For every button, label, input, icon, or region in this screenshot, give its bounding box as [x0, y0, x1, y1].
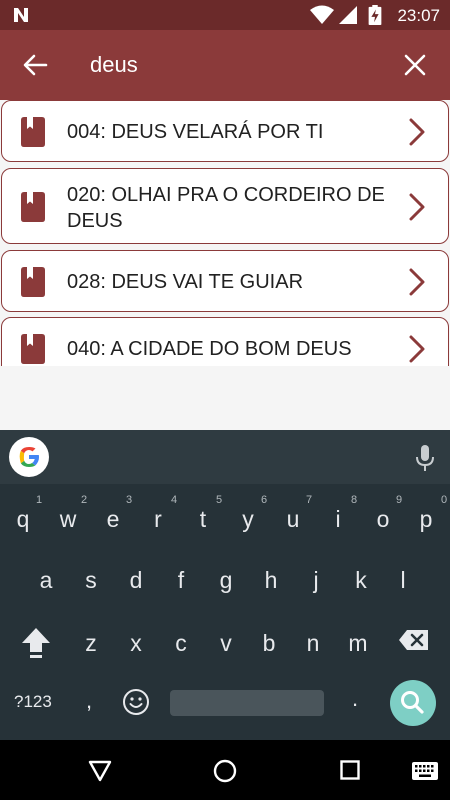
- key-c[interactable]: c: [161, 630, 201, 657]
- chevron-right-icon: [409, 335, 425, 363]
- keyboard: 1 2 3 4 5 6 7 8 9 0 q w e r t y u i o p …: [0, 430, 450, 740]
- search-input[interactable]: deus: [90, 52, 138, 78]
- navigation-bar: [0, 740, 450, 800]
- key-z[interactable]: z: [71, 630, 111, 657]
- key-hint: 4: [170, 494, 178, 506]
- key-a[interactable]: a: [26, 567, 66, 594]
- key-m[interactable]: m: [338, 630, 378, 657]
- book-icon: [21, 192, 45, 222]
- empty-area: [0, 366, 450, 430]
- key-hint: 8: [350, 494, 358, 506]
- shift-icon[interactable]: [20, 626, 52, 660]
- symbols-key[interactable]: ?123: [14, 692, 52, 712]
- key-v[interactable]: v: [206, 630, 246, 657]
- list-item-title: 020: OLHAI PRA O CORDEIRO DE DEUS: [67, 184, 385, 232]
- google-icon[interactable]: [9, 437, 49, 477]
- key-o[interactable]: o: [363, 506, 403, 533]
- period-key[interactable]: .: [352, 686, 358, 712]
- key-r[interactable]: r: [138, 506, 178, 533]
- chevron-right-icon: [409, 193, 425, 221]
- list-item-title: 004: DEUS VELARÁ POR TI: [67, 121, 324, 143]
- search-app-bar: deus: [0, 30, 450, 100]
- key-i[interactable]: i: [318, 506, 358, 533]
- clock: 23:07: [397, 6, 440, 25]
- search-key[interactable]: [390, 680, 436, 726]
- key-d[interactable]: d: [116, 567, 156, 594]
- back-triangle-icon[interactable]: [88, 760, 112, 782]
- microphone-icon[interactable]: [414, 444, 436, 472]
- battery-charging-icon: [368, 5, 382, 25]
- book-icon: [21, 334, 45, 364]
- recents-square-icon[interactable]: [340, 760, 360, 780]
- key-l[interactable]: l: [383, 567, 423, 594]
- status-bar: 23:07: [0, 0, 450, 30]
- list-item[interactable]: 004: DEUS VELARÁ POR TI: [1, 100, 449, 162]
- signal-icon: [339, 6, 357, 24]
- n-notification-icon: [14, 8, 28, 22]
- emoji-icon[interactable]: [122, 688, 150, 716]
- key-x[interactable]: x: [116, 630, 156, 657]
- book-icon: [21, 117, 45, 147]
- key-y[interactable]: y: [228, 506, 268, 533]
- key-k[interactable]: k: [341, 567, 381, 594]
- key-b[interactable]: b: [249, 630, 289, 657]
- list-item[interactable]: 040: A CIDADE DO BOM DEUS: [1, 317, 449, 366]
- search-icon: [401, 691, 424, 714]
- key-w[interactable]: w: [48, 506, 88, 533]
- key-u[interactable]: u: [273, 506, 313, 533]
- list-item-title: 028: DEUS VAI TE GUIAR: [67, 271, 304, 293]
- key-hint: 6: [260, 494, 268, 506]
- key-n[interactable]: n: [293, 630, 333, 657]
- results-list: 004: DEUS VELARÁ POR TI 020: OLHAI PRA O…: [0, 100, 450, 366]
- key-hint: 7: [305, 494, 313, 506]
- comma-key[interactable]: ,: [86, 688, 92, 714]
- keyboard-suggestion-strip: [0, 430, 450, 484]
- home-circle-icon[interactable]: [213, 759, 237, 783]
- list-item-title: 040: A CIDADE DO BOM DEUS: [67, 338, 352, 360]
- arrow-left-icon[interactable]: [20, 50, 50, 80]
- key-hint: 2: [80, 494, 88, 506]
- close-icon[interactable]: [402, 52, 428, 78]
- key-p[interactable]: p: [406, 506, 446, 533]
- key-g[interactable]: g: [206, 567, 246, 594]
- backspace-icon[interactable]: [398, 628, 430, 652]
- key-t[interactable]: t: [183, 506, 223, 533]
- key-j[interactable]: j: [296, 567, 336, 594]
- key-hint: 3: [125, 494, 133, 506]
- keyboard-switch-icon[interactable]: [412, 762, 438, 780]
- key-s[interactable]: s: [71, 567, 111, 594]
- list-item[interactable]: 028: DEUS VAI TE GUIAR: [1, 250, 449, 312]
- chevron-right-icon: [409, 268, 425, 296]
- key-f[interactable]: f: [161, 567, 201, 594]
- key-hint: 0: [440, 494, 448, 506]
- wifi-icon: [310, 5, 334, 24]
- space-bar[interactable]: [170, 690, 324, 716]
- list-item[interactable]: 020: OLHAI PRA O CORDEIRO DE DEUS: [1, 168, 449, 244]
- key-hint: 9: [395, 494, 403, 506]
- key-e[interactable]: e: [93, 506, 133, 533]
- key-h[interactable]: h: [251, 567, 291, 594]
- key-hint: 5: [215, 494, 223, 506]
- chevron-right-icon: [409, 118, 425, 146]
- key-q[interactable]: q: [3, 506, 43, 533]
- book-icon: [21, 267, 45, 297]
- key-hint: 1: [35, 494, 43, 506]
